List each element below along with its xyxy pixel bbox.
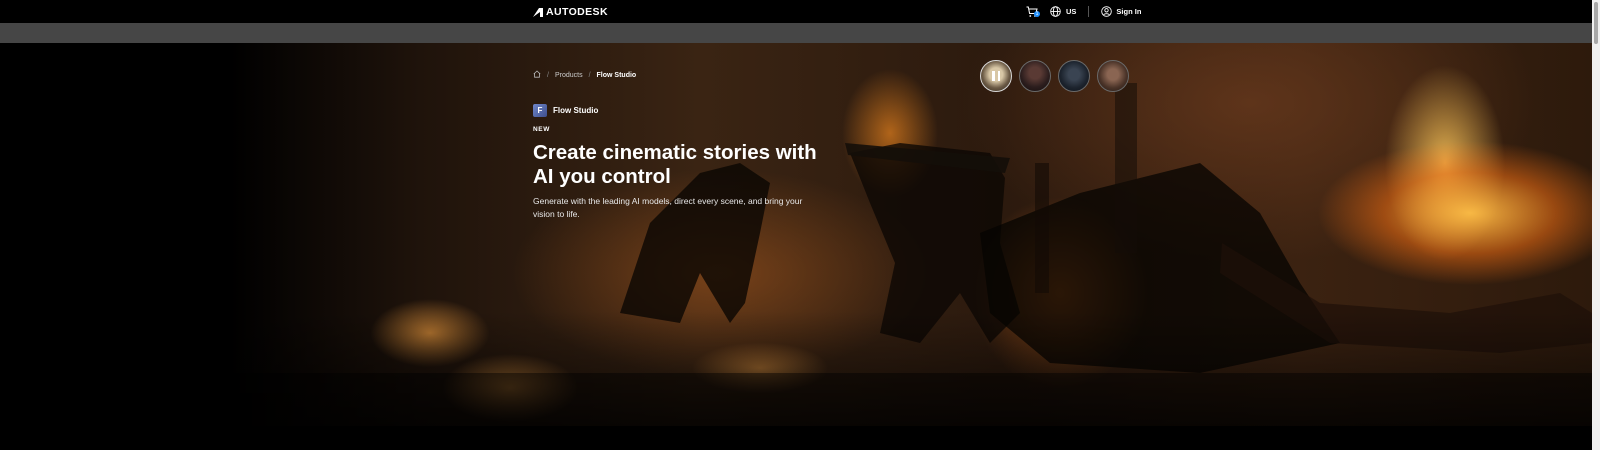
breadcrumb-home[interactable] <box>533 70 541 80</box>
page: AUTODESK 1 US Sign In / Products / Flow … <box>0 0 1600 450</box>
cart-count-badge: 1 <box>1034 10 1040 17</box>
video-thumbnail-1-pause-button[interactable] <box>980 60 1012 92</box>
breadcrumb-products[interactable]: Products <box>555 72 583 79</box>
breadcrumb: / Products / Flow Studio <box>533 70 636 80</box>
product-badge-icon: F <box>533 104 547 117</box>
logo-text: AUTODESK <box>546 6 608 18</box>
cart-button[interactable]: 1 <box>1026 5 1040 19</box>
breadcrumb-separator: / <box>547 71 549 79</box>
video-thumbnail-3[interactable] <box>1058 60 1090 92</box>
hero-section: / Products / Flow Studio F Flow Studio N… <box>0 43 1592 426</box>
autodesk-logo[interactable]: AUTODESK <box>533 6 608 18</box>
hero-gradient-overlay <box>0 43 1592 426</box>
product-name: Flow Studio <box>553 106 599 115</box>
new-eyebrow: NEW <box>533 126 550 133</box>
autodesk-logo-icon <box>533 7 543 17</box>
secondary-nav-bar <box>0 23 1592 43</box>
video-thumbnail-4[interactable] <box>1097 60 1129 92</box>
region-selector[interactable]: US <box>1050 6 1076 17</box>
sign-in-label: Sign In <box>1116 7 1142 16</box>
user-icon <box>1101 6 1113 17</box>
nav-divider <box>1088 6 1090 17</box>
video-thumbnail-2[interactable] <box>1019 60 1051 92</box>
home-icon <box>533 70 541 78</box>
top-navigation: AUTODESK 1 US Sign In <box>0 0 1592 23</box>
hero-subcopy: Generate with the leading AI models, dir… <box>533 196 803 219</box>
pause-icon <box>992 71 1000 81</box>
page-scrollbar[interactable] <box>1592 0 1600 450</box>
globe-icon <box>1050 6 1061 17</box>
nav-actions: 1 US Sign In <box>1026 4 1141 19</box>
hero-headline: Create cinematic stories with AI you con… <box>533 141 817 188</box>
video-thumbnail-selector <box>980 60 1129 92</box>
breadcrumb-separator: / <box>588 71 591 79</box>
breadcrumb-current: Flow Studio <box>596 71 637 79</box>
sign-in-link[interactable]: Sign In <box>1101 6 1141 17</box>
scrollbar-thumb[interactable] <box>1594 2 1598 44</box>
product-tag: F Flow Studio <box>533 104 598 117</box>
region-label: US <box>1066 7 1077 16</box>
